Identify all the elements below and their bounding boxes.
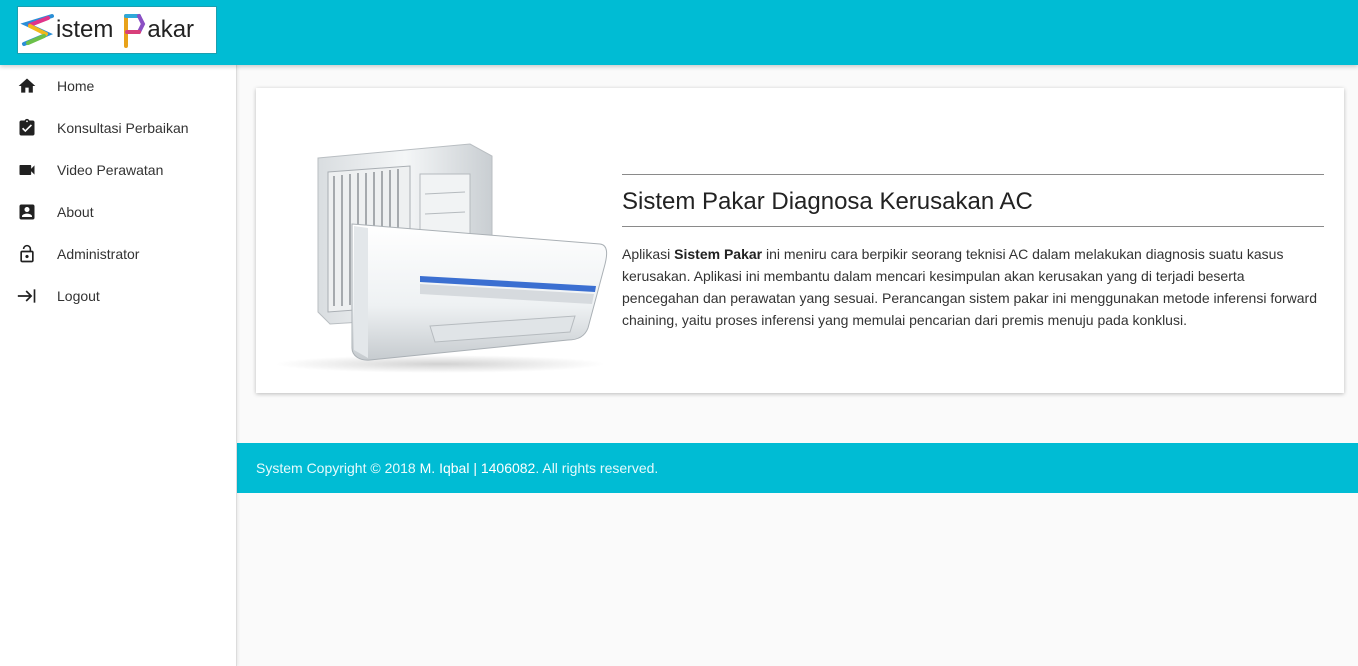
sidebar-item-video-perawatan[interactable]: Video Perawatan: [0, 149, 236, 191]
intro-card: Sistem Pakar Diagnosa Kerusakan AC Aplik…: [256, 88, 1344, 393]
sidebar-item-label: Home: [57, 78, 95, 94]
logo-p-glyph-icon: [121, 10, 147, 50]
sidebar-item-label: About: [57, 204, 94, 220]
account-box-icon: [17, 202, 37, 222]
desc-bold: Sistem Pakar: [674, 246, 763, 262]
main-content: Sistem Pakar Diagnosa Kerusakan AC Aplik…: [237, 65, 1358, 666]
logo-s-glyph-icon: [18, 10, 56, 50]
intro-content: Sistem Pakar Diagnosa Kerusakan AC Aplik…: [622, 174, 1324, 331]
sidebar-item-konsultasi-perbaikan[interactable]: Konsultasi Perbaikan: [0, 107, 236, 149]
air-conditioner-image: [270, 136, 610, 374]
sidebar-item-logout[interactable]: Logout: [0, 275, 236, 317]
page-title: Sistem Pakar Diagnosa Kerusakan AC: [622, 188, 1033, 215]
logo-text-right: akar: [147, 16, 195, 43]
sidebar-item-administrator[interactable]: Administrator: [0, 233, 236, 275]
clipboard-check-icon: [17, 118, 37, 138]
logo[interactable]: istem akar: [17, 6, 217, 54]
logout-arrow-icon: [17, 286, 37, 306]
sidebar-item-about[interactable]: About: [0, 191, 236, 233]
home-icon: [17, 76, 37, 96]
lock-icon: [17, 244, 37, 264]
sidebar-item-label: Video Perawatan: [57, 162, 164, 178]
sidebar-item-label: Konsultasi Perbaikan: [57, 120, 189, 136]
title-divider-bottom: [622, 226, 1324, 227]
footer-prefix: System Copyright © 2018: [256, 460, 420, 476]
footer-author: M. Iqbal | 1406082: [419, 460, 536, 476]
top-app-bar: istem akar: [0, 0, 1358, 65]
sidebar-item-home[interactable]: Home: [0, 65, 236, 107]
sidebar-nav: Home Konsultasi Perbaikan Video Perawata…: [0, 65, 237, 666]
desc-prefix: Aplikasi: [622, 246, 675, 262]
sidebar-item-label: Logout: [57, 288, 100, 304]
logo-text-left: istem: [56, 16, 114, 43]
footer: System Copyright © 2018 M. Iqbal | 14060…: [237, 443, 1358, 493]
video-camera-icon: [17, 160, 37, 180]
footer-suffix: . All rights reserved.: [535, 460, 659, 476]
intro-description: Aplikasi Sistem Pakar ini meniru cara be…: [622, 243, 1324, 331]
sidebar-item-label: Administrator: [57, 246, 140, 262]
